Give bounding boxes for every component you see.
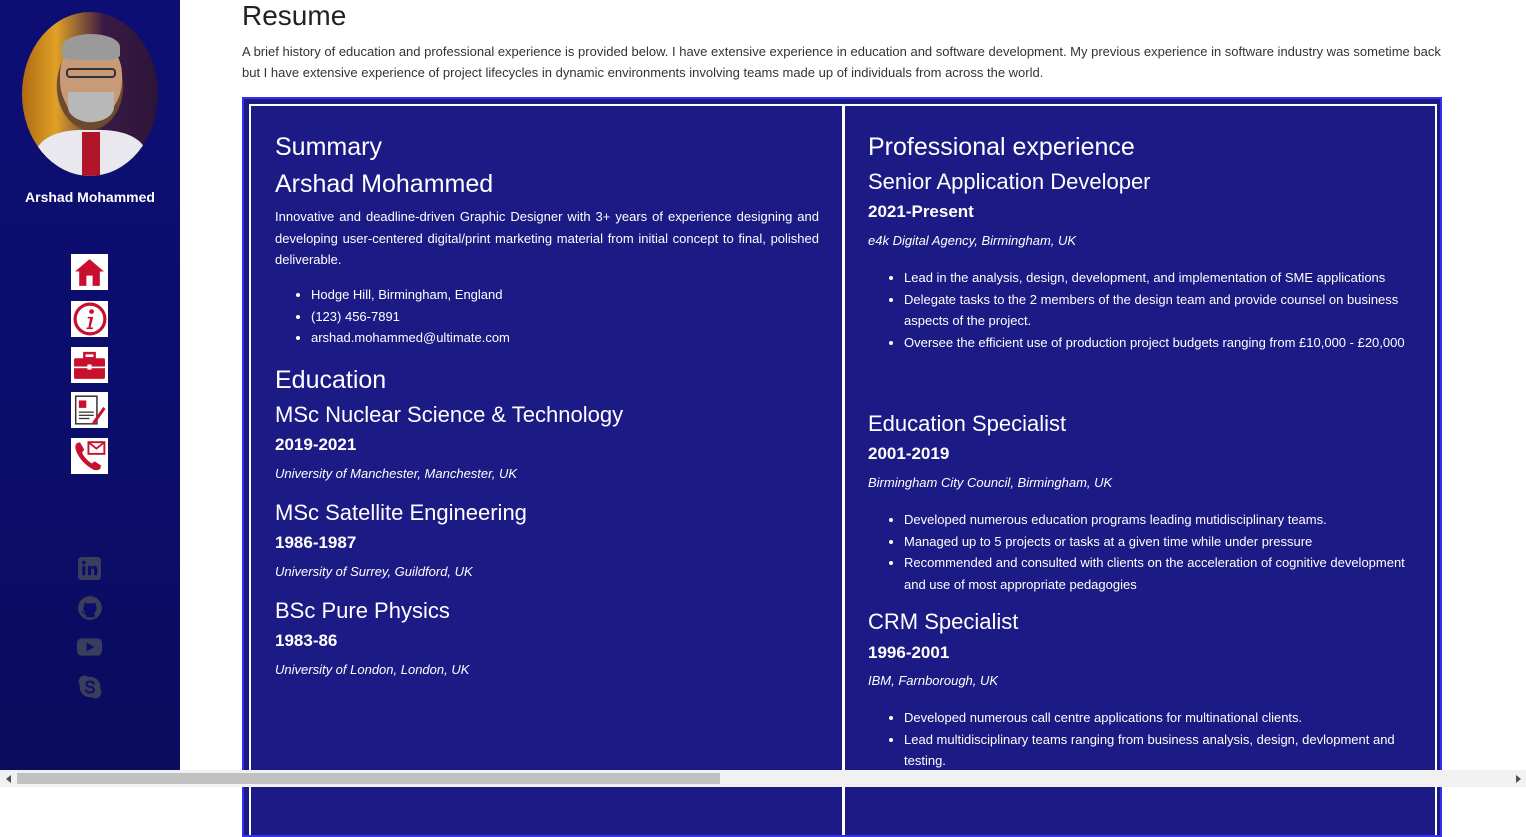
job-duties: Developed numerous education programs le… <box>868 509 1411 596</box>
owner-name: Arshad Mohammed <box>25 189 155 205</box>
linkedin-link[interactable] <box>76 555 103 581</box>
education-institution: University of Surrey, Guildford, UK <box>275 564 473 579</box>
linkedin-icon <box>78 556 101 580</box>
job-years: 1996-2001 <box>868 643 950 662</box>
home-icon <box>75 258 104 286</box>
job-role: Senior Application Developer <box>868 169 1151 194</box>
job-company: e4k Digital Agency, Birmingham, UK <box>868 233 1077 248</box>
job-duty: Recommended and consulted with clients o… <box>904 552 1411 595</box>
contact-icon <box>75 441 106 471</box>
job-duty: Developed numerous call centre applicati… <box>904 707 1411 729</box>
job-duty: Delegate tasks to the 2 members of the d… <box>904 289 1411 332</box>
job-duties: Lead in the analysis, design, developmen… <box>868 267 1411 354</box>
job-years: 2001-2019 <box>868 444 950 463</box>
job-duties: Developed numerous call centre applicati… <box>868 707 1411 772</box>
nav-contact[interactable] <box>71 438 108 474</box>
education-institution: University of Manchester, Manchester, UK <box>275 466 518 481</box>
page-title: Resume <box>242 0 347 31</box>
scrollbar-thumb[interactable] <box>17 773 720 784</box>
nav-portfolio[interactable] <box>71 347 108 383</box>
contact-list: Hodge Hill, Birmingham, England (123) 45… <box>275 284 510 349</box>
job-duty: Oversee the efficient use of production … <box>904 332 1411 354</box>
education-degree: MSc Satellite Engineering <box>275 500 527 525</box>
summary-education-column: Summary Arshad Mohammed Innovative and d… <box>249 104 845 835</box>
nav-resume[interactable] <box>71 392 108 428</box>
scroll-right-arrow[interactable] <box>1509 770 1526 787</box>
briefcase-icon <box>74 351 105 379</box>
summary-heading: Summary <box>275 133 382 161</box>
job-duty: Developed numerous education programs le… <box>904 509 1411 531</box>
horizontal-scrollbar[interactable] <box>0 770 1526 787</box>
job-role: Education Specialist <box>868 411 1067 436</box>
sidebar: Arshad Mohammed <box>0 0 180 770</box>
avatar <box>22 12 158 176</box>
resume-panel: Summary Arshad Mohammed Innovative and d… <box>242 97 1442 837</box>
triangle-left-icon <box>5 774 11 783</box>
job-duty: Lead in the analysis, design, developmen… <box>904 267 1411 289</box>
job-company: Birmingham City Council, Birmingham, UK <box>868 475 1113 490</box>
nav-home[interactable] <box>71 254 108 290</box>
skype-icon <box>78 675 101 699</box>
education-years: 2019-2021 <box>275 435 357 454</box>
education-degree: MSc Nuclear Science & Technology <box>275 402 624 427</box>
youtube-link[interactable] <box>76 634 103 660</box>
profile-name: Arshad Mohammed <box>275 170 494 198</box>
skype-link[interactable] <box>76 674 103 700</box>
intro-paragraph: A brief history of education and profess… <box>242 44 1441 80</box>
github-link[interactable] <box>76 595 103 621</box>
job-role: CRM Specialist <box>868 609 1019 634</box>
education-years: 1983-86 <box>275 631 338 650</box>
experience-heading: Professional experience <box>868 133 1135 161</box>
youtube-icon <box>76 638 103 656</box>
education-institution: University of London, London, UK <box>275 662 470 677</box>
job-duty: Managed up to 5 projects or tasks at a g… <box>904 531 1411 553</box>
nav-about[interactable] <box>71 301 108 337</box>
summary-description: Innovative and deadline-driven Graphic D… <box>275 209 819 267</box>
contact-phone: (123) 456-7891 <box>311 306 510 328</box>
education-years: 1986-1987 <box>275 533 357 552</box>
job-years: 2021-Present <box>868 202 974 221</box>
job-duty: Lead multidisciplinary teams ranging fro… <box>904 729 1411 772</box>
triangle-right-icon <box>1515 774 1521 783</box>
contact-email: arshad.mohammed@ultimate.com <box>311 327 510 349</box>
education-heading: Education <box>275 366 387 394</box>
info-icon <box>73 302 106 336</box>
job-company: IBM, Farnborough, UK <box>868 673 999 688</box>
github-icon <box>77 596 102 620</box>
education-degree: BSc Pure Physics <box>275 598 450 623</box>
contact-address: Hodge Hill, Birmingham, England <box>311 284 510 306</box>
experience-column: Professional experience Senior Applicati… <box>842 104 1437 835</box>
scroll-left-arrow[interactable] <box>0 770 17 787</box>
resume-icon <box>74 395 106 425</box>
